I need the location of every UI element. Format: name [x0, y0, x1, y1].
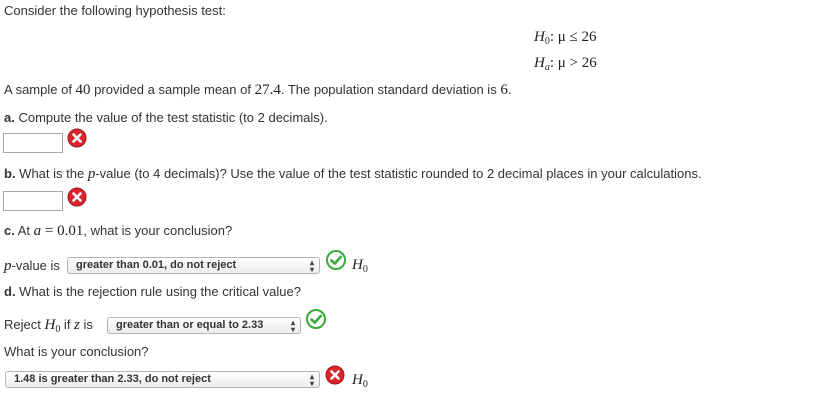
p-value-conclusion-select[interactable]: greater than 0.01, do not reject ▴ ▾ — [67, 257, 320, 274]
select-arrows-icon: ▴ ▾ — [309, 258, 314, 274]
final-conclusion-selected: 1.48 is greater than 2.33, do not reject — [14, 373, 211, 385]
test-statistic-input[interactable] — [3, 133, 63, 153]
correct-check-icon — [306, 309, 326, 329]
incorrect-icon — [325, 365, 345, 385]
alternative-hypothesis: Ha: μ > 26 — [534, 55, 597, 73]
part-d-question: d. What is the rejection rule using the … — [4, 284, 301, 299]
h0-label: H0 — [352, 372, 368, 390]
conclusion-question: What is your conclusion? — [4, 344, 149, 359]
part-b-question: b. What is the p-value (to 4 decimals)? … — [4, 166, 702, 182]
h0-label: H0 — [352, 257, 368, 275]
null-hypothesis: H0: μ ≤ 26 — [534, 29, 597, 47]
rejection-rule-select[interactable]: greater than or equal to 2.33 ▴ ▾ — [107, 317, 301, 334]
reject-rule-label: Reject H0 if z is — [4, 317, 93, 335]
select-arrows-icon: ▴ ▾ — [290, 318, 295, 334]
p-value-input[interactable] — [3, 191, 63, 211]
p-value-is-label: p-value is — [4, 258, 60, 274]
incorrect-icon — [67, 187, 87, 207]
sample-sentence: A sample of 40 provided a sample mean of… — [4, 82, 512, 98]
incorrect-icon — [67, 128, 87, 148]
part-c-question: c. At a = 0.01, what is your conclusion? — [4, 223, 233, 239]
select-arrows-icon: ▴ ▾ — [309, 372, 314, 388]
rejection-rule-selected: greater than or equal to 2.33 — [116, 319, 264, 331]
p-value-conclusion-selected: greater than 0.01, do not reject — [76, 259, 237, 271]
correct-check-icon — [326, 250, 346, 270]
part-a-question: a. Compute the value of the test statist… — [4, 110, 328, 125]
intro-text: Consider the following hypothesis test: — [4, 3, 226, 18]
final-conclusion-select[interactable]: 1.48 is greater than 2.33, do not reject… — [5, 371, 320, 388]
